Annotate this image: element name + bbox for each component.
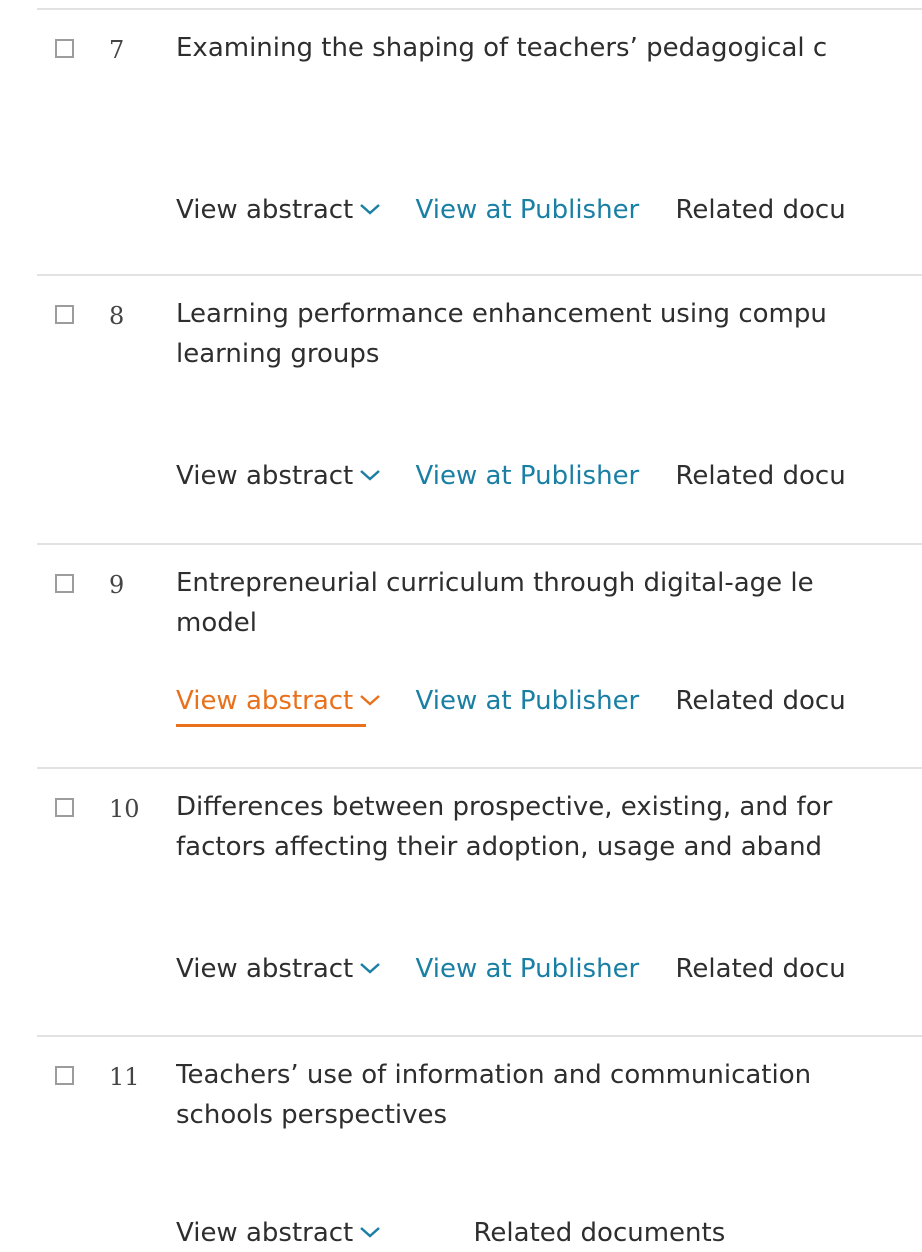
related-documents-link[interactable]: Related docu [676,458,846,494]
result-title[interactable]: Teachers’ use of information and communi… [176,1055,922,1135]
result-number: 11 [109,1063,140,1091]
view-abstract-label: View abstract [176,195,354,225]
view-abstract-link[interactable]: View abstract [176,1215,381,1251]
title-line: factors affecting their adoption, usage … [176,832,823,862]
chevron-down-icon [360,204,381,215]
result-item: 8 Learning performance enhancement using… [0,276,922,526]
view-abstract-label: View abstract [176,954,354,984]
view-abstract-link[interactable]: View abstract [176,951,381,987]
result-item: 7 Examining the shaping of teachers’ ped… [0,10,922,260]
chevron-down-icon [360,695,381,706]
result-actions: View abstract Related documents [176,1215,725,1251]
result-actions: View abstract View at Publisher Related … [176,458,846,494]
title-line: Entrepreneurial curriculum through digit… [176,568,814,598]
title-line: Learning performance enhancement using c… [176,299,827,329]
result-title[interactable]: Examining the shaping of teachers’ pedag… [176,28,922,68]
result-number: 8 [109,302,125,330]
result-title[interactable]: Learning performance enhancement using c… [176,294,922,374]
view-at-publisher-link[interactable]: View at Publisher [416,458,640,494]
related-documents-link[interactable]: Related docu [676,192,846,228]
related-documents-link[interactable]: Related docu [676,951,846,987]
view-abstract-label: View abstract [176,1218,354,1248]
result-actions: View abstract View at Publisher Related … [176,683,846,727]
title-line: Differences between prospective, existin… [176,792,833,822]
result-actions: View abstract View at Publisher Related … [176,192,846,228]
select-checkbox[interactable] [55,1066,74,1085]
view-at-publisher-link[interactable]: View at Publisher [416,951,640,987]
view-abstract-label: View abstract [176,686,354,716]
title-line: schools perspectives [176,1100,448,1130]
result-item: 9 Entrepreneurial curriculum through dig… [0,545,922,795]
select-checkbox[interactable] [55,39,74,58]
title-line: learning groups [176,339,380,369]
view-at-publisher-link[interactable]: View at Publisher [416,192,640,228]
view-abstract-link[interactable]: View abstract [176,192,381,228]
result-title[interactable]: Entrepreneurial curriculum through digit… [176,563,922,643]
view-abstract-link[interactable]: View abstract [176,458,381,494]
related-documents-link[interactable]: Related docu [676,683,846,719]
result-item: 11 Teachers’ use of information and comm… [0,1037,922,1252]
result-actions: View abstract View at Publisher Related … [176,951,846,987]
result-number: 9 [109,571,125,599]
title-line: Teachers’ use of information and communi… [176,1060,812,1090]
title-line: Examining the shaping of teachers’ pedag… [176,33,828,63]
select-checkbox[interactable] [55,305,74,324]
chevron-down-icon [360,1227,381,1238]
result-item: 10 Differences between prospective, exis… [0,769,922,1019]
title-line: model [176,608,257,638]
select-checkbox[interactable] [55,574,74,593]
chevron-down-icon [360,963,381,974]
result-number: 7 [109,36,125,64]
chevron-down-icon [360,470,381,481]
view-at-publisher-link[interactable]: View at Publisher [416,683,640,719]
result-title[interactable]: Differences between prospective, existin… [176,787,922,867]
search-results-list: 7 Examining the shaping of teachers’ ped… [0,0,922,1252]
view-abstract-link[interactable]: View abstract [176,683,381,727]
select-checkbox[interactable] [55,798,74,817]
result-number: 10 [109,795,140,823]
view-abstract-label: View abstract [176,461,354,491]
related-documents-link[interactable]: Related documents [474,1215,726,1251]
